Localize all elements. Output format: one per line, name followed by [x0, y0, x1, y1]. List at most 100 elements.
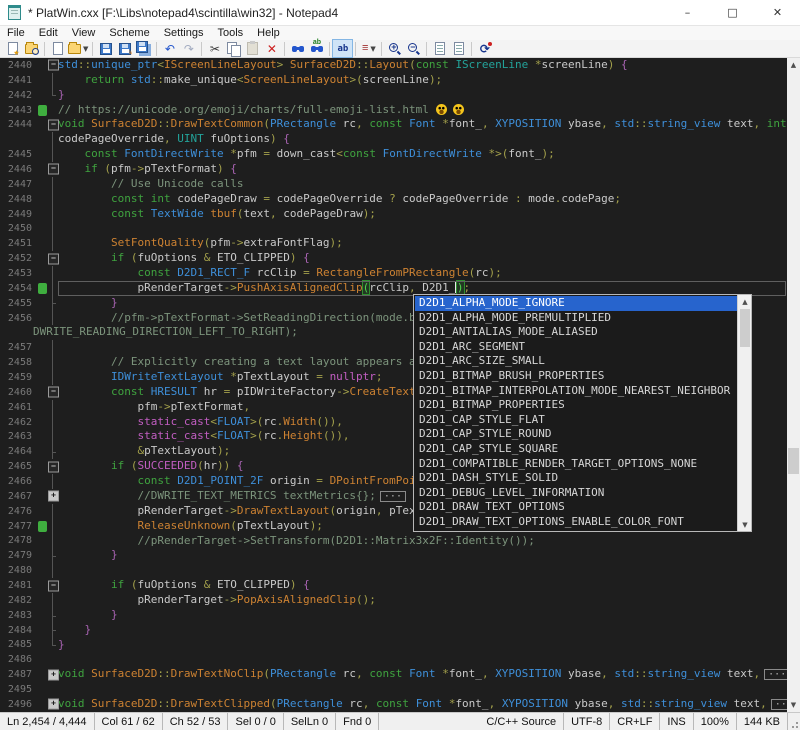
save-as-button[interactable]: ✎	[115, 40, 134, 57]
marker-margin[interactable]	[36, 652, 48, 667]
marker-margin[interactable]	[36, 400, 48, 415]
autocomplete-item[interactable]: D2D1_DEBUG_LEVEL_INFORMATION	[415, 486, 737, 501]
code-line-2442[interactable]: 2442}	[0, 88, 787, 103]
line-number[interactable]: 2440	[0, 60, 36, 71]
autocomplete-scrollbar[interactable]: ▲ ▼	[737, 295, 751, 531]
code-line-2485[interactable]: 2485}	[0, 638, 787, 653]
scroll-up-arrow-icon[interactable]: ▲	[787, 58, 800, 72]
line-number[interactable]: 2451	[0, 238, 36, 249]
line-number[interactable]: 2449	[0, 209, 36, 220]
document-outline-button[interactable]: ≡▼	[359, 40, 378, 57]
code-text[interactable]: if (fuOptions & ETO_CLIPPED) {	[58, 251, 787, 266]
status-ins[interactable]: INS	[660, 713, 693, 730]
autocomplete-item[interactable]: D2D1_CAP_STYLE_ROUND	[415, 427, 737, 442]
line-number[interactable]: 2485	[0, 639, 36, 650]
autocomplete-item[interactable]: D2D1_DASH_STYLE_SOLID	[415, 471, 737, 486]
fold-margin-collapse-icon[interactable]	[48, 58, 58, 73]
code-line-wrap[interactable]: codePageOverride, UINT fuOptions) {	[0, 132, 787, 147]
marker-margin[interactable]	[36, 534, 48, 549]
autocomplete-item[interactable]: D2D1_ALPHA_MODE_IGNORE	[415, 296, 737, 311]
line-number[interactable]: 2460	[0, 387, 36, 398]
new-file-button[interactable]	[48, 40, 67, 57]
line-number[interactable]: 2457	[0, 342, 36, 353]
toggle-word-wrap-button[interactable]	[449, 40, 468, 57]
status-ln[interactable]: Ln 2,454 / 4,444	[0, 713, 95, 730]
fold-margin-collapse-icon[interactable]	[48, 459, 58, 474]
code-line-2451[interactable]: 2451 SetFontQuality(pfm->extraFontFlag);	[0, 236, 787, 251]
fold-margin-collapse-icon[interactable]	[48, 251, 58, 266]
code-text[interactable]: }	[58, 623, 787, 638]
line-number[interactable]: 2464	[0, 446, 36, 457]
code-line-2482[interactable]: 2482 pRenderTarget->PopAxisAlignedClip()…	[0, 593, 787, 608]
line-number[interactable]: 2459	[0, 372, 36, 383]
replace-button[interactable]	[307, 40, 326, 57]
marker-margin[interactable]	[36, 340, 48, 355]
line-number[interactable]: 2467	[0, 491, 36, 502]
fold-ellipsis[interactable]: ···	[771, 699, 787, 710]
cut-button[interactable]: ✂	[205, 40, 224, 57]
marker-margin[interactable]	[36, 296, 48, 311]
reload-file-button[interactable]: ⟳	[475, 40, 494, 57]
autocomplete-item[interactable]: D2D1_BITMAP_INTERPOLATION_MODE_NEAREST_N…	[415, 384, 737, 399]
line-number[interactable]: 2444	[0, 119, 36, 130]
code-line-2446[interactable]: 2446 if (pfm->pTextFormat) {	[0, 162, 787, 177]
status-ch[interactable]: Ch 52 / 53	[163, 713, 229, 730]
code-text[interactable]: }	[58, 638, 787, 653]
line-number[interactable]: 2479	[0, 550, 36, 561]
fold-margin-collapse-icon[interactable]	[48, 578, 58, 593]
save-button[interactable]	[96, 40, 115, 57]
autocomplete-item[interactable]: D2D1_DRAW_TEXT_OPTIONS_ENABLE_COLOR_FONT	[415, 515, 737, 530]
status-col[interactable]: Col 61 / 62	[95, 713, 163, 730]
marker-margin[interactable]	[36, 429, 48, 444]
scroll-down-arrow-icon[interactable]: ▼	[738, 518, 752, 531]
line-number[interactable]: 2477	[0, 521, 36, 532]
code-line-2443[interactable]: 2443// https://unicode.org/emoji/charts/…	[0, 103, 787, 118]
line-number[interactable]: 2463	[0, 431, 36, 442]
line-number[interactable]: 2487	[0, 669, 36, 680]
line-number[interactable]: 2483	[0, 610, 36, 621]
marker-margin[interactable]	[36, 638, 48, 653]
marker-margin[interactable]	[36, 623, 48, 638]
menu-help[interactable]: Help	[250, 26, 287, 40]
code-line-2478[interactable]: 2478 //pRenderTarget->SetTransform(D2D1:…	[0, 534, 787, 549]
code-line-2479[interactable]: 2479 }	[0, 548, 787, 563]
marker-margin[interactable]	[36, 489, 48, 504]
line-number[interactable]: 2495	[0, 684, 36, 695]
code-line-2441[interactable]: 2441 return std::make_unique<ScreenLineL…	[0, 73, 787, 88]
code-line-2495[interactable]: 2495	[0, 682, 787, 697]
autocomplete-item[interactable]: D2D1_CAP_STYLE_FLAT	[415, 413, 737, 428]
autocomplete-item[interactable]: D2D1_COMPATIBLE_RENDER_TARGET_OPTIONS_NO…	[415, 457, 737, 472]
code-text[interactable]: // https://unicode.org/emoji/charts/full…	[58, 103, 787, 118]
scroll-up-arrow-icon[interactable]: ▲	[738, 295, 752, 308]
dropdown-caret-icon[interactable]: ▼	[83, 45, 88, 53]
marker-margin[interactable]	[36, 459, 48, 474]
code-text[interactable]: const FontDirectWrite *pfm = down_cast<c…	[58, 147, 787, 162]
status-cr-lf[interactable]: CR+LF	[610, 713, 660, 730]
code-text[interactable]: SetFontQuality(pfm->extraFontFlag);	[58, 236, 787, 251]
line-number[interactable]: 2465	[0, 461, 36, 472]
marker-margin[interactable]	[36, 177, 48, 192]
code-line-2496[interactable]: 2496void SurfaceD2D::DrawTextClipped(PRe…	[0, 697, 787, 712]
maximize-button[interactable]: □	[710, 0, 755, 25]
marker-margin[interactable]	[36, 578, 48, 593]
code-line-2487[interactable]: 2487void SurfaceD2D::DrawTextNoClip(PRec…	[0, 667, 787, 682]
menu-edit[interactable]: Edit	[32, 26, 65, 40]
bookmark-icon[interactable]	[38, 521, 47, 532]
marker-margin[interactable]	[36, 385, 48, 400]
bookmark-icon[interactable]	[38, 105, 47, 116]
code-line-2452[interactable]: 2452 if (fuOptions & ETO_CLIPPED) {	[0, 251, 787, 266]
autocomplete-item[interactable]: D2D1_DRAW_TEXT_OPTIONS	[415, 500, 737, 515]
marker-margin[interactable]	[36, 147, 48, 162]
line-number[interactable]: 2458	[0, 357, 36, 368]
code-text[interactable]: }	[58, 88, 787, 103]
line-number[interactable]: 2496	[0, 699, 36, 710]
marker-margin[interactable]	[36, 563, 48, 578]
marker-margin[interactable]	[36, 682, 48, 697]
autocomplete-item[interactable]: D2D1_ARC_SEGMENT	[415, 340, 737, 355]
save-all-button[interactable]	[134, 40, 153, 57]
fold-ellipsis[interactable]: ···	[764, 669, 787, 680]
code-line-2484[interactable]: 2484 }	[0, 623, 787, 638]
line-number[interactable]: 2484	[0, 625, 36, 636]
fold-margin-expand-icon[interactable]	[48, 667, 58, 682]
marker-margin[interactable]	[36, 266, 48, 281]
